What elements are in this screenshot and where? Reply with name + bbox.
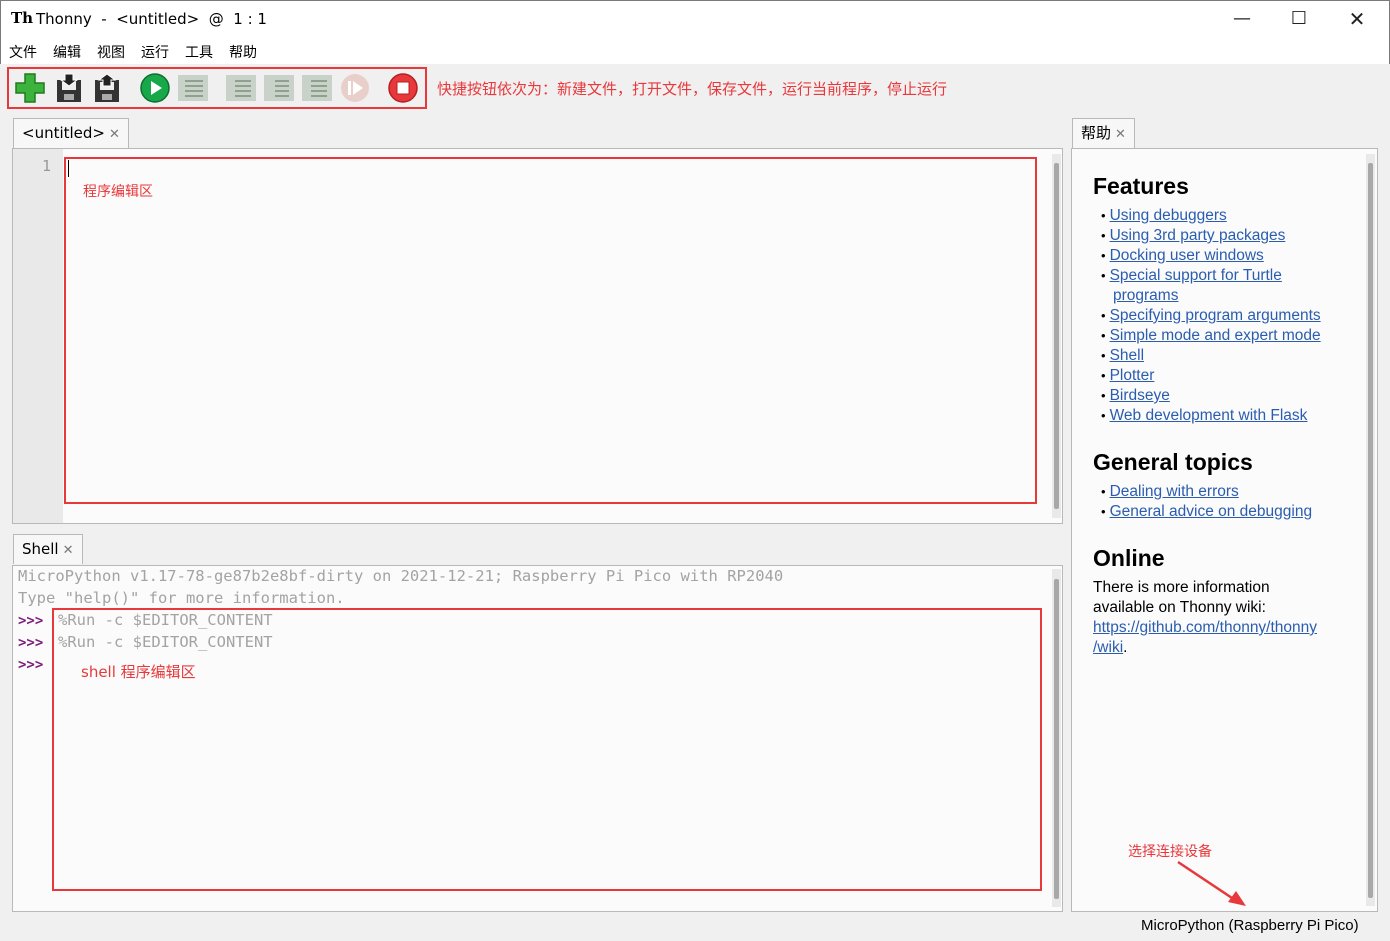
tab-shell[interactable]: Shell ✕ xyxy=(13,534,83,564)
tab-label: 帮助 xyxy=(1081,124,1112,142)
editor-annotation-box xyxy=(64,157,1037,504)
help-link[interactable]: Special support for Turtle xyxy=(1110,267,1282,284)
menu-view[interactable]: 视图 xyxy=(97,42,125,62)
menu-file[interactable]: 文件 xyxy=(9,42,37,62)
tab-close-icon[interactable]: ✕ xyxy=(63,543,74,558)
line-number: 1 xyxy=(41,157,51,175)
help-link[interactable]: Dealing with errors xyxy=(1110,483,1239,500)
help-link-item[interactable]: • Birdseye xyxy=(1101,387,1170,405)
help-link[interactable]: Plotter xyxy=(1110,367,1155,384)
online-text: available on Thonny wiki: xyxy=(1093,599,1266,616)
help-link-item[interactable]: programs xyxy=(1109,287,1178,305)
tab-help[interactable]: 帮助 ✕ xyxy=(1072,118,1135,148)
shell-banner-line: Type "help()" for more information. xyxy=(18,589,345,607)
help-link-item[interactable]: • Web development with Flask xyxy=(1101,407,1307,425)
shell-prompt: >>> xyxy=(18,657,44,673)
help-link[interactable]: Using debuggers xyxy=(1110,207,1227,224)
help-link-item[interactable]: • Simple mode and expert mode xyxy=(1101,327,1321,345)
shell-annotation: shell 程序编辑区 xyxy=(81,663,196,681)
help-link[interactable]: Docking user windows xyxy=(1110,247,1264,264)
close-window-button[interactable]: ✕ xyxy=(1328,0,1386,38)
minimize-button[interactable]: — xyxy=(1213,0,1271,38)
help-link-item[interactable]: • Dealing with errors xyxy=(1101,483,1239,501)
help-link[interactable]: Shell xyxy=(1110,347,1144,364)
line-number-gutter xyxy=(13,149,63,523)
general-topics-heading: General topics xyxy=(1093,449,1253,475)
help-link-item[interactable]: • Specifying program arguments xyxy=(1101,307,1321,325)
help-link[interactable]: General advice on debugging xyxy=(1110,503,1313,520)
online-text: There is more information xyxy=(1093,579,1270,596)
thonny-logo-icon: Th xyxy=(11,9,34,27)
online-heading: Online xyxy=(1093,545,1165,571)
tab-close-icon[interactable]: ✕ xyxy=(109,127,120,142)
help-link[interactable]: Birdseye xyxy=(1110,387,1170,404)
help-link[interactable]: programs xyxy=(1113,287,1178,304)
menu-edit[interactable]: 编辑 xyxy=(53,42,81,62)
wiki-link[interactable]: /wiki xyxy=(1093,639,1123,656)
toolbar-annotation-box xyxy=(7,67,427,109)
editor-scroll-thumb[interactable] xyxy=(1054,163,1059,509)
help-link[interactable]: Using 3rd party packages xyxy=(1110,227,1286,244)
wiki-link[interactable]: https://github.com/thonny/thonny xyxy=(1093,619,1317,637)
shell-scroll-thumb[interactable] xyxy=(1054,579,1059,899)
help-link[interactable]: Simple mode and expert mode xyxy=(1110,327,1321,344)
help-link[interactable]: Web development with Flask xyxy=(1110,407,1308,424)
menu-help[interactable]: 帮助 xyxy=(229,42,257,62)
maximize-button[interactable]: ☐ xyxy=(1270,0,1328,38)
period: . xyxy=(1123,639,1128,656)
features-heading: Features xyxy=(1093,173,1189,199)
help-link-item[interactable]: • Special support for Turtle xyxy=(1101,267,1282,285)
shell-banner-line: MicroPython v1.17-78-ge87b2e8bf-dirty on… xyxy=(18,567,784,585)
editor-annotation: 程序编辑区 xyxy=(83,184,153,200)
annotation-arrow-icon xyxy=(1177,860,1246,906)
shell-annotation-box xyxy=(52,608,1042,891)
menu-tools[interactable]: 工具 xyxy=(185,42,213,62)
interpreter-selector[interactable]: MicroPython (Raspberry Pi Pico) xyxy=(1141,917,1359,934)
help-link-item[interactable]: • Using debuggers xyxy=(1101,207,1227,225)
tab-close-icon[interactable]: ✕ xyxy=(1115,127,1126,142)
shell-prompt: >>> xyxy=(18,613,44,629)
toolbar-annotation: 快捷按钮依次为：新建文件，打开文件，保存文件，运行当前程序，停止运行 xyxy=(437,80,948,98)
tab-label: <untitled> xyxy=(22,124,105,142)
help-link-item[interactable]: • Plotter xyxy=(1101,367,1154,385)
wiki-link-line[interactable]: /wiki. xyxy=(1093,639,1127,657)
window-title: Thonny - <untitled> @ 1 : 1 xyxy=(36,10,267,28)
tab-label: Shell xyxy=(22,540,59,558)
help-link-item[interactable]: • Using 3rd party packages xyxy=(1101,227,1285,245)
help-link[interactable]: Specifying program arguments xyxy=(1110,307,1321,324)
menu-run[interactable]: 运行 xyxy=(141,42,169,62)
help-link-item[interactable]: • General advice on debugging xyxy=(1101,503,1312,521)
help-scroll-thumb[interactable] xyxy=(1368,163,1373,898)
tab-untitled[interactable]: <untitled> ✕ xyxy=(13,118,129,148)
help-link-item[interactable]: • Docking user windows xyxy=(1101,247,1264,265)
shell-prompt: >>> xyxy=(18,635,44,651)
help-link-item[interactable]: • Shell xyxy=(1101,347,1144,365)
